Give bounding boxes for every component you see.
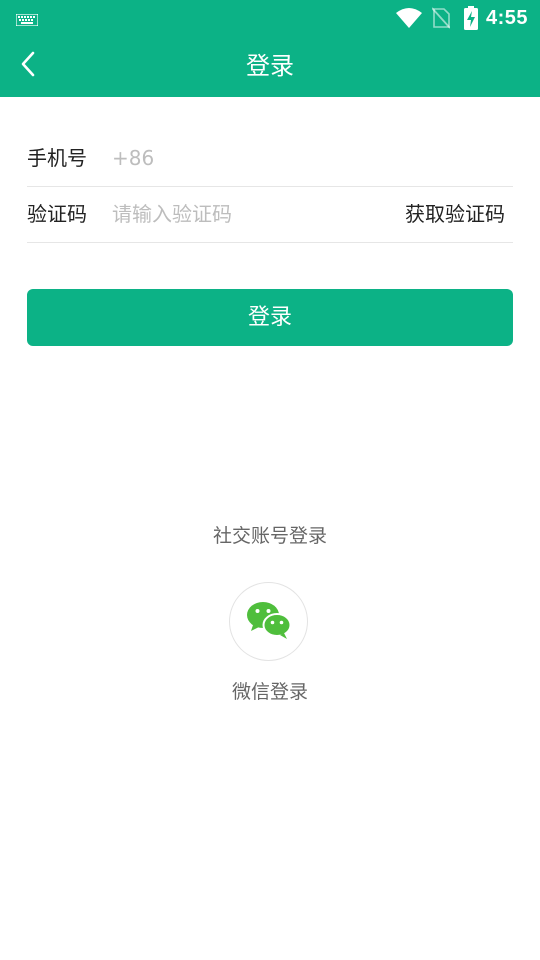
get-code-button[interactable]: 获取验证码 xyxy=(405,187,505,242)
wechat-login-button[interactable] xyxy=(229,582,308,661)
keyboard-icon xyxy=(15,11,39,30)
app-bar: 登录 xyxy=(0,36,540,97)
wechat-login-label[interactable]: 微信登录 xyxy=(0,677,540,704)
page-title: 登录 xyxy=(246,52,294,80)
login-button[interactable]: 登录 xyxy=(27,289,513,346)
code-label: 验证码 xyxy=(27,202,87,226)
wechat-icon xyxy=(246,600,292,644)
status-bar: 4:55 xyxy=(0,0,540,36)
back-arrow-icon xyxy=(20,51,36,81)
social-login-title: 社交账号登录 xyxy=(212,525,327,547)
back-button[interactable] xyxy=(8,46,48,86)
battery-charging-icon xyxy=(463,6,478,30)
code-input[interactable] xyxy=(112,195,372,233)
phone-row: 手机号 xyxy=(27,131,513,187)
phone-input[interactable] xyxy=(112,139,502,177)
phone-label: 手机号 xyxy=(27,146,87,170)
no-sim-icon xyxy=(431,7,450,29)
status-time: 4:55 xyxy=(485,6,528,29)
code-row: 验证码 获取验证码 xyxy=(27,187,513,243)
wifi-icon xyxy=(395,8,422,28)
